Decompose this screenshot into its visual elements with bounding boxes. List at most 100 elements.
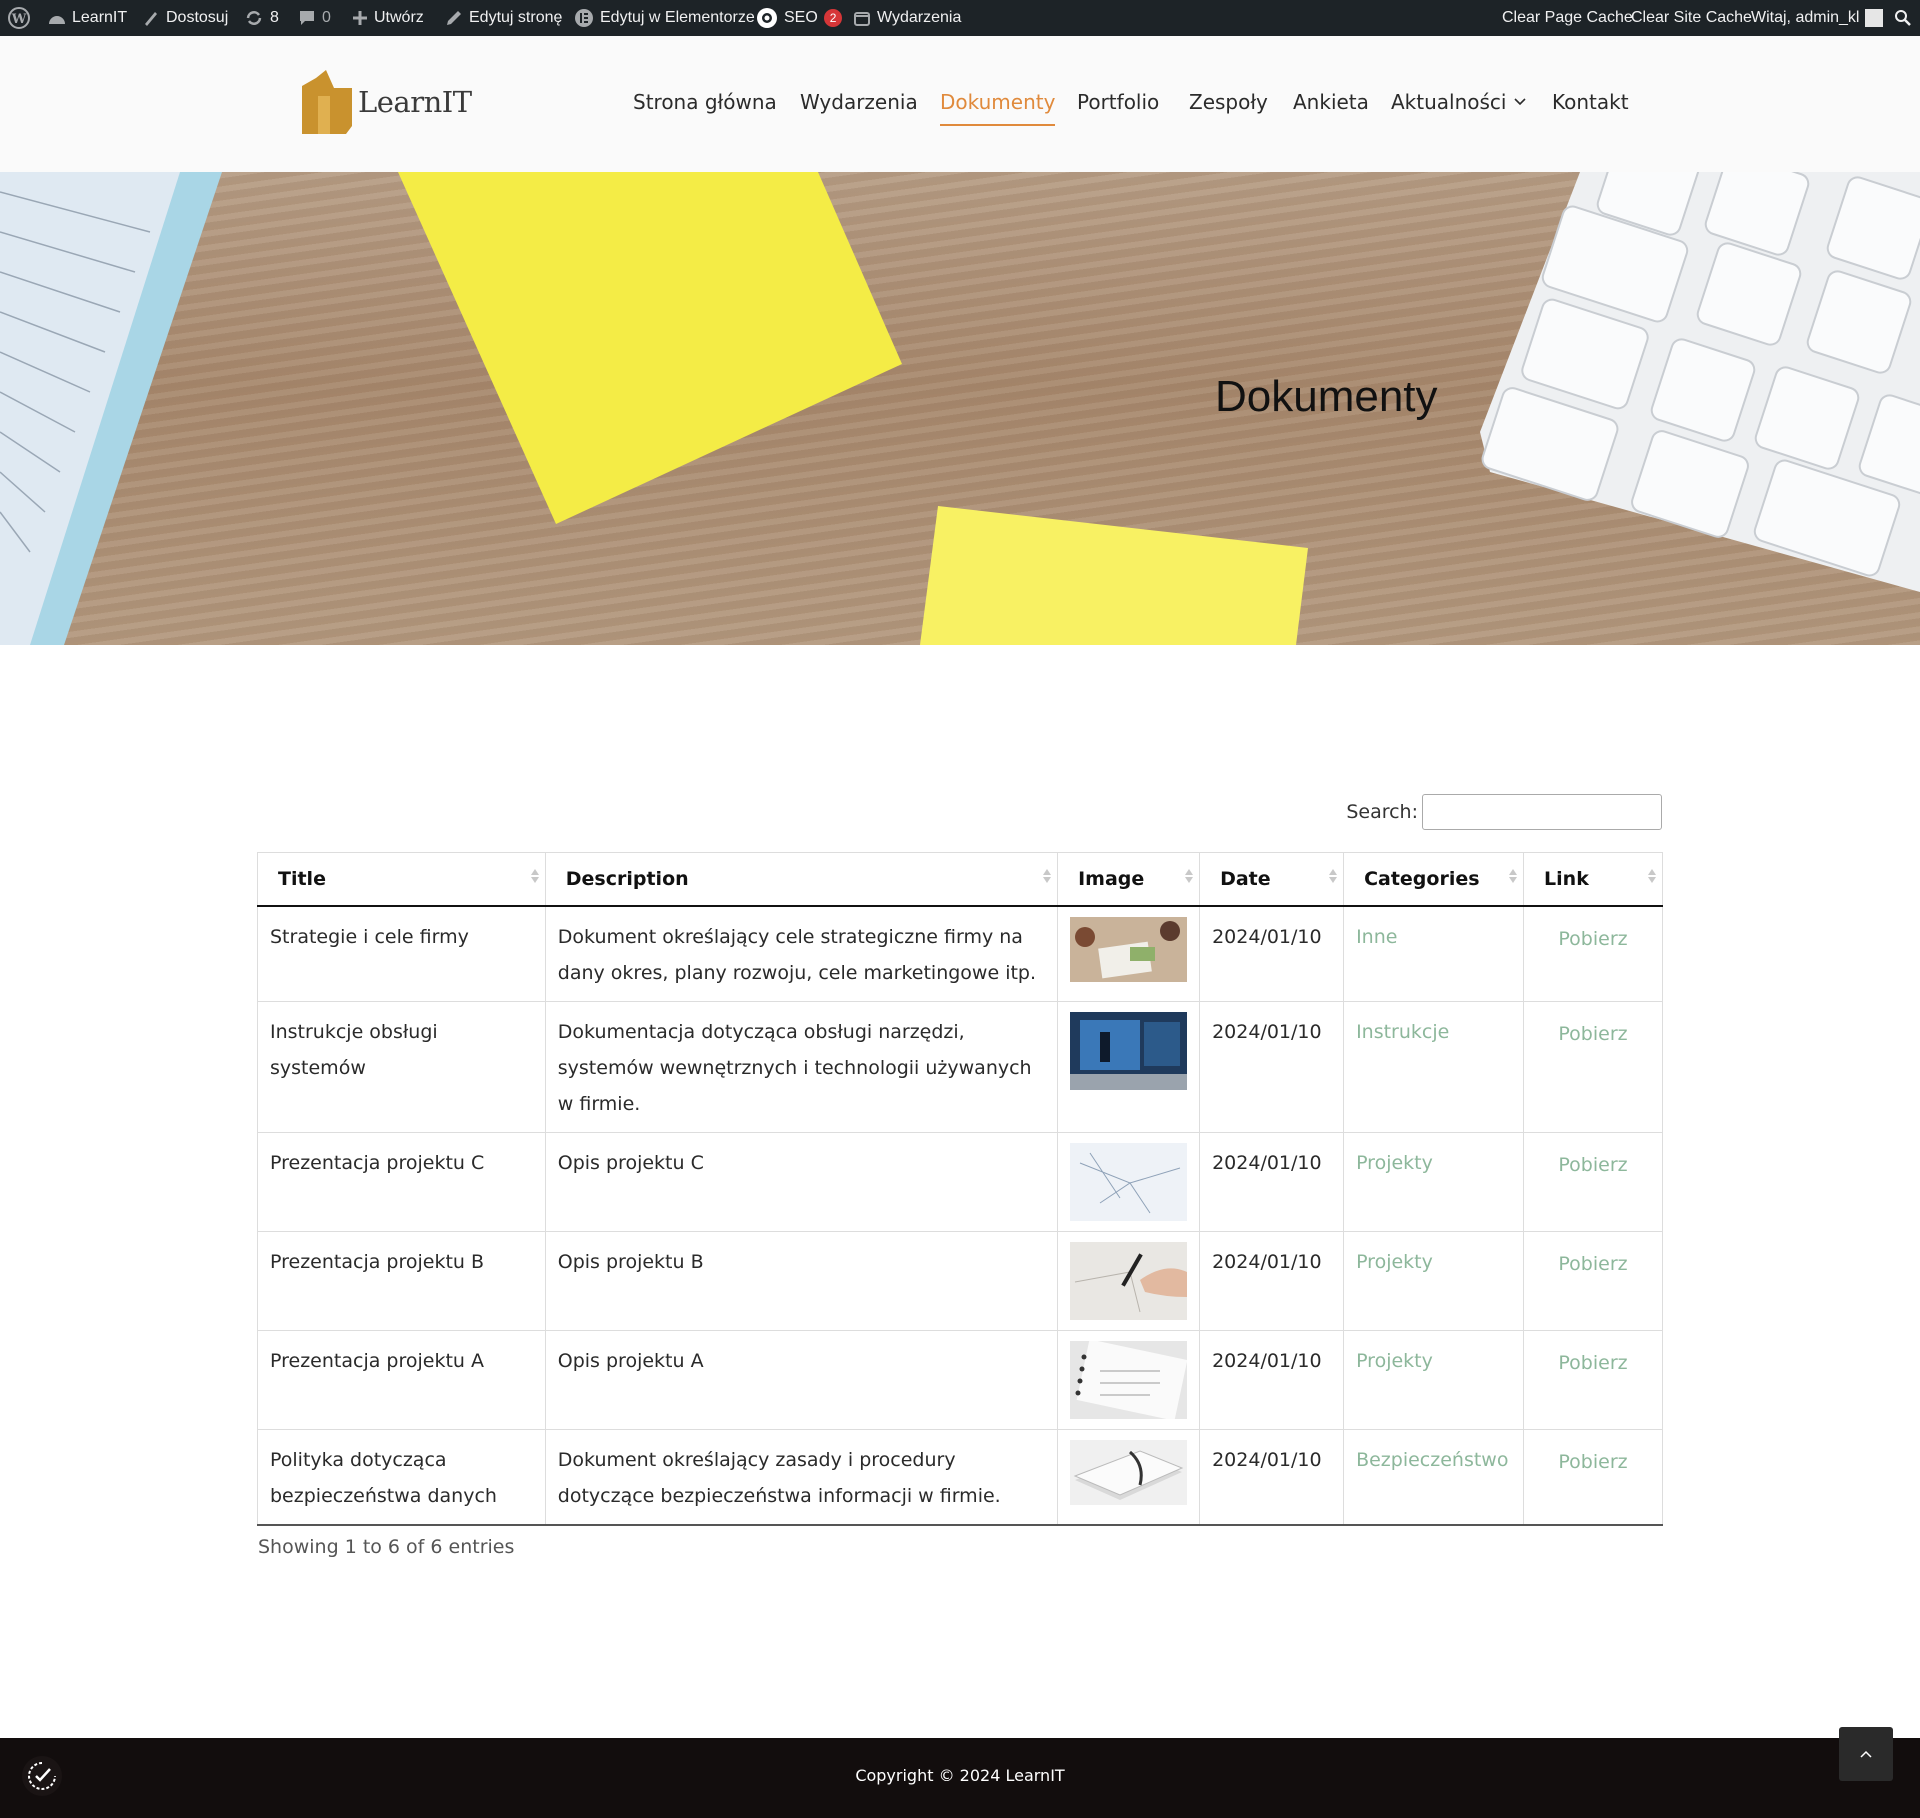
- cell-description: Opis projektu C: [544, 1132, 1059, 1232]
- column-header-image[interactable]: Image: [1057, 852, 1201, 907]
- cell-image: [1057, 1429, 1201, 1526]
- sort-icon: [1185, 869, 1194, 883]
- admin-bar: W LearnIT Dostosuj 8 0 Utwórz Edytuj str…: [0, 0, 1920, 36]
- nav-item-news[interactable]: Aktualności: [1391, 90, 1527, 114]
- download-link[interactable]: Pobierz: [1536, 1343, 1650, 1381]
- nav-item-documents[interactable]: Dokumenty: [940, 90, 1056, 126]
- table-search: Search:: [1346, 794, 1662, 830]
- comments-count: 0: [322, 9, 331, 26]
- admin-search-icon[interactable]: [1894, 0, 1912, 36]
- new-content-label: Utwórz: [374, 9, 424, 26]
- cell-title: Polityka dotycząca bezpieczeństwa danych: [257, 1429, 546, 1526]
- site-logo[interactable]: LearnIT: [300, 68, 472, 136]
- search-label: Search:: [1346, 801, 1418, 823]
- updates-link[interactable]: 8: [244, 0, 279, 36]
- nav-item-teams[interactable]: Zespoły: [1189, 90, 1268, 114]
- back-to-top-button[interactable]: [1839, 1727, 1893, 1781]
- cell-title: Prezentacja projektu C: [257, 1132, 546, 1232]
- column-label: Image: [1078, 868, 1145, 890]
- nav-item-portfolio[interactable]: Portfolio: [1077, 90, 1159, 114]
- cell-category: Projekty: [1343, 1231, 1525, 1331]
- customize-link[interactable]: Dostosuj: [142, 0, 228, 36]
- chevron-up-icon: [1860, 1750, 1872, 1758]
- download-link[interactable]: Pobierz: [1536, 919, 1650, 957]
- column-header-link[interactable]: Link: [1523, 852, 1663, 907]
- column-header-categories[interactable]: Categories: [1343, 852, 1525, 907]
- site-header: LearnIT Strona główna Wydarzenia Dokumen…: [0, 36, 1920, 172]
- notebook-thumbnail: [1070, 1341, 1188, 1419]
- table-row: Polityka dotycząca bezpieczeństwa danych…: [257, 1429, 1663, 1526]
- sort-icon: [1509, 869, 1518, 883]
- customize-label: Dostosuj: [166, 9, 229, 26]
- table-header-row: Title Description Image Date Categories …: [257, 852, 1663, 907]
- entries-info: Showing 1 to 6 of 6 entries: [258, 1536, 515, 1558]
- clear-page-cache-link[interactable]: Clear Page Cache: [1502, 0, 1633, 36]
- wordpress-logo-icon[interactable]: W: [8, 0, 30, 36]
- cell-title: Strategie i cele firmy: [257, 905, 546, 1002]
- hero-background-image: [0, 172, 1920, 645]
- sort-icon: [1648, 869, 1656, 883]
- table-row: Strategie i cele firmy Dokument określaj…: [257, 905, 1663, 1002]
- category-link[interactable]: Projekty: [1356, 1251, 1433, 1273]
- comments-link[interactable]: 0: [298, 0, 331, 36]
- column-header-date[interactable]: Date: [1199, 852, 1345, 907]
- nav-label: Aktualności: [1391, 90, 1507, 114]
- download-link[interactable]: Pobierz: [1536, 1014, 1650, 1052]
- clear-site-cache-link[interactable]: Clear Site Cache: [1631, 0, 1752, 36]
- table-row: Prezentacja projektu C Opis projektu C 2…: [257, 1132, 1663, 1232]
- cell-link: Pobierz: [1523, 1231, 1663, 1331]
- category-link[interactable]: Inne: [1356, 926, 1397, 948]
- column-label: Date: [1220, 868, 1271, 890]
- site-name-link[interactable]: LearnIT: [48, 0, 127, 36]
- nav-item-home[interactable]: Strona główna: [633, 90, 777, 114]
- nav-label: Strona główna: [633, 90, 777, 114]
- documents-table: Title Description Image Date Categories …: [257, 852, 1663, 1526]
- download-link[interactable]: Pobierz: [1536, 1145, 1650, 1183]
- chevron-down-icon: [1514, 98, 1527, 106]
- logo-text: LearnIT: [358, 85, 472, 119]
- site-name-label: LearnIT: [72, 9, 128, 26]
- seo-link[interactable]: SEO 2: [756, 0, 843, 36]
- svg-text:W: W: [11, 12, 27, 27]
- column-label: Link: [1544, 868, 1589, 890]
- nav-label: Portfolio: [1077, 90, 1160, 114]
- calendar-icon: [853, 9, 871, 27]
- cell-image: [1057, 1001, 1201, 1133]
- cell-title: Prezentacja projektu B: [257, 1231, 546, 1331]
- column-header-title[interactable]: Title: [257, 852, 546, 907]
- laptop-screen-thumbnail: [1070, 1012, 1188, 1090]
- logo-mark-icon: [302, 70, 352, 134]
- cell-link: Pobierz: [1523, 905, 1663, 1002]
- updates-count: 8: [270, 9, 279, 26]
- events-link[interactable]: Wydarzenia: [853, 0, 961, 36]
- elementor-icon: [574, 8, 594, 28]
- category-link[interactable]: Bezpieczeństwo: [1356, 1449, 1508, 1471]
- edit-page-link[interactable]: Edytuj stronę: [445, 0, 562, 36]
- table-row: Prezentacja projektu A Opis projektu A 2…: [257, 1330, 1663, 1430]
- nav-item-survey[interactable]: Ankieta: [1293, 90, 1369, 114]
- category-link[interactable]: Projekty: [1356, 1152, 1433, 1174]
- cell-description: Dokument określający zasady i procedury …: [544, 1429, 1059, 1526]
- nav-label: Ankieta: [1293, 90, 1369, 114]
- my-account-link[interactable]: Witaj, admin_kl: [1751, 0, 1884, 36]
- copyright-text: Copyright © 2024 LearnIT: [855, 1766, 1065, 1785]
- edit-elementor-link[interactable]: Edytuj w Elementorze: [574, 0, 755, 36]
- comment-icon: [298, 9, 316, 27]
- plus-icon: [352, 10, 368, 26]
- category-link[interactable]: Projekty: [1356, 1350, 1433, 1372]
- column-header-description[interactable]: Description: [544, 852, 1059, 907]
- cell-link: Pobierz: [1523, 1132, 1663, 1232]
- cell-link: Pobierz: [1523, 1330, 1663, 1430]
- new-content-link[interactable]: Utwórz: [352, 0, 424, 36]
- download-link[interactable]: Pobierz: [1536, 1442, 1650, 1480]
- sort-icon: [1329, 869, 1338, 883]
- pencil-icon: [445, 9, 463, 27]
- category-link[interactable]: Instrukcje: [1356, 1021, 1449, 1043]
- nav-item-contact[interactable]: Kontakt: [1552, 90, 1629, 114]
- brush-icon: [142, 9, 160, 27]
- cell-image: [1057, 1132, 1201, 1232]
- greeting-label: Witaj, admin_kl: [1751, 9, 1860, 26]
- download-link[interactable]: Pobierz: [1536, 1244, 1650, 1282]
- nav-item-events[interactable]: Wydarzenia: [800, 90, 918, 114]
- search-input[interactable]: [1422, 794, 1662, 830]
